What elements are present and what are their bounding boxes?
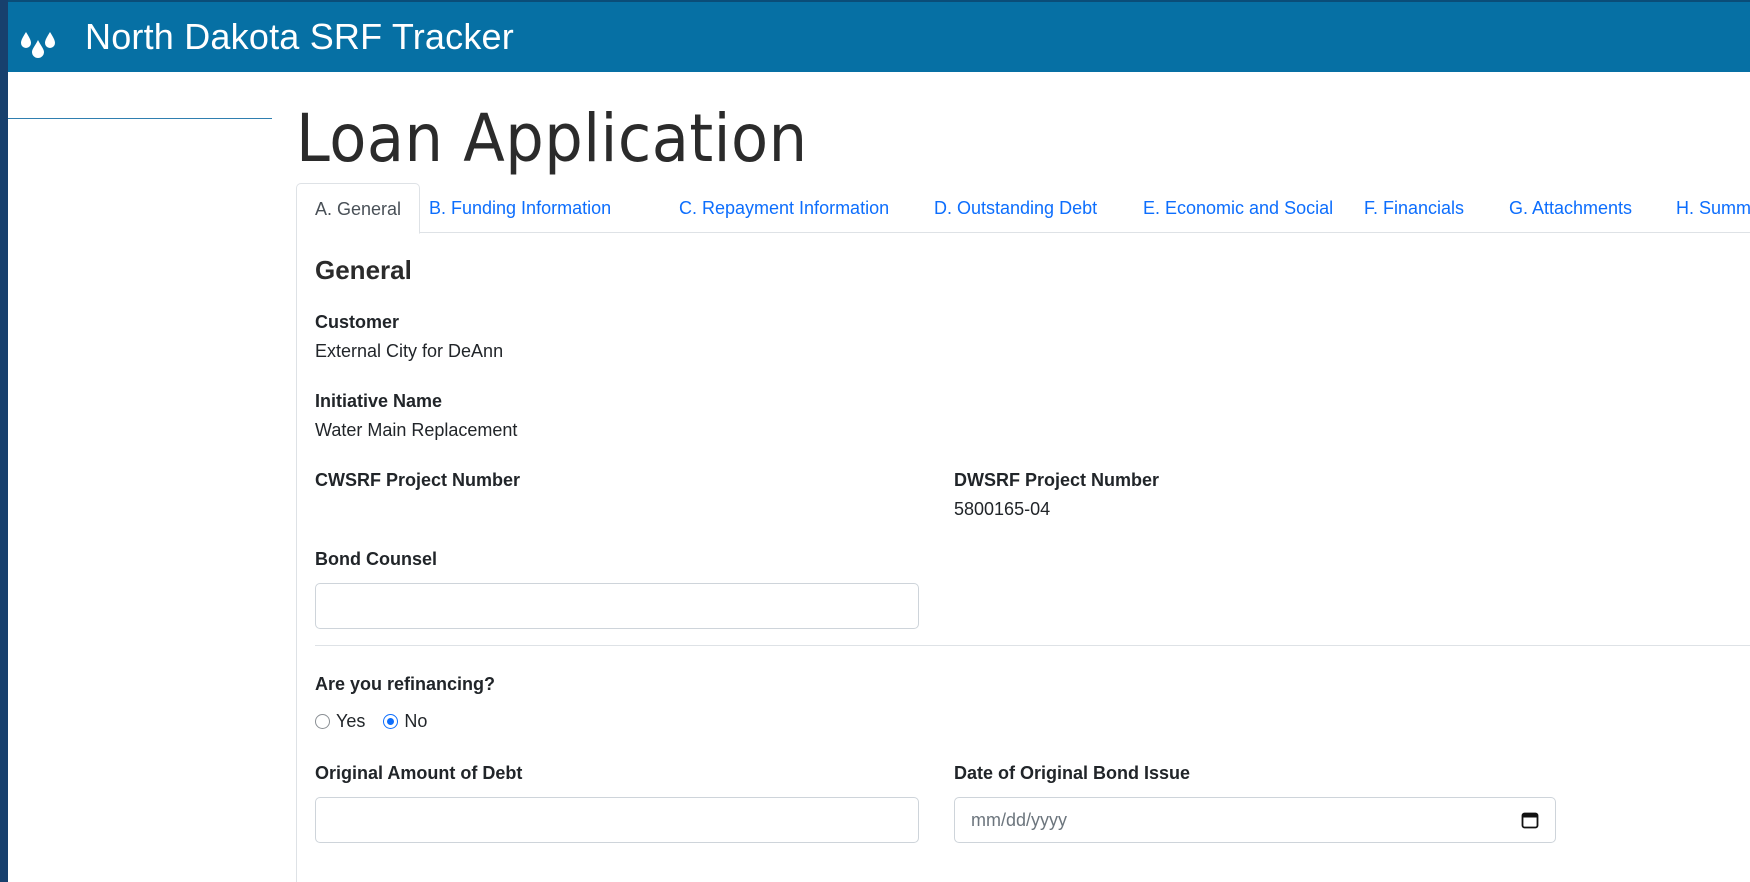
- bond-issue-date-input[interactable]: mm/dd/yyyy: [954, 797, 1556, 843]
- cwsrf-project-number-label: CWSRF Project Number: [315, 470, 521, 490]
- refinancing-yes-label[interactable]: Yes: [336, 711, 365, 732]
- refinancing-no-radio[interactable]: [383, 713, 399, 729]
- tab-content-border: [296, 233, 297, 882]
- calendar-icon[interactable]: [1521, 811, 1539, 829]
- page-title: Loan Application: [296, 100, 808, 177]
- refinancing-radio-group: Yes No: [315, 710, 445, 732]
- refinancing-no-label[interactable]: No: [404, 711, 427, 732]
- initiative-name-label: Initiative Name: [315, 391, 443, 411]
- bond-issue-date-label: Date of Original Bond Issue: [954, 763, 1191, 783]
- app-window: North Dakota SRF Tracker Loan Applicatio…: [8, 0, 1750, 882]
- dwsrf-project-number-value: 5800165-04: [954, 499, 1051, 519]
- bond-counsel-label: Bond Counsel: [315, 549, 437, 569]
- bond-counsel-input[interactable]: [315, 583, 919, 629]
- dwsrf-project-number-label: DWSRF Project Number: [954, 470, 1160, 490]
- water-drops-icon[interactable]: [18, 20, 58, 62]
- section-title: General: [315, 255, 412, 285]
- sidebar-divider: [8, 118, 272, 119]
- tab-general[interactable]: A. General: [296, 183, 421, 234]
- customer-label: Customer: [315, 312, 400, 332]
- top-navbar: North Dakota SRF Tracker: [8, 0, 1750, 72]
- tab-funding-information[interactable]: B. Funding Information: [429, 183, 611, 233]
- initiative-name-value: Water Main Replacement: [315, 420, 518, 440]
- section-divider: [315, 645, 1750, 646]
- tab-summary[interactable]: H. Summa: [1676, 183, 1750, 233]
- tab-outstanding-debt[interactable]: D. Outstanding Debt: [934, 183, 1097, 233]
- original-amount-input[interactable]: [315, 797, 919, 843]
- refinancing-yes-radio[interactable]: [315, 713, 330, 729]
- original-amount-label: Original Amount of Debt: [315, 763, 523, 783]
- tab-repayment-information[interactable]: C. Repayment Information: [679, 183, 889, 233]
- tab-financials[interactable]: F. Financials: [1364, 183, 1464, 233]
- customer-value: External City for DeAnn: [315, 341, 504, 361]
- tab-attachments[interactable]: G. Attachments: [1509, 183, 1632, 233]
- tab-bar: A. General B. Funding Information C. Rep…: [296, 183, 1750, 234]
- app-title[interactable]: North Dakota SRF Tracker: [85, 16, 514, 58]
- tab-economic-and-social[interactable]: E. Economic and Social: [1143, 183, 1333, 233]
- refinancing-label: Are you refinancing?: [315, 674, 496, 694]
- bond-issue-date-placeholder: mm/dd/yyyy: [971, 809, 1068, 830]
